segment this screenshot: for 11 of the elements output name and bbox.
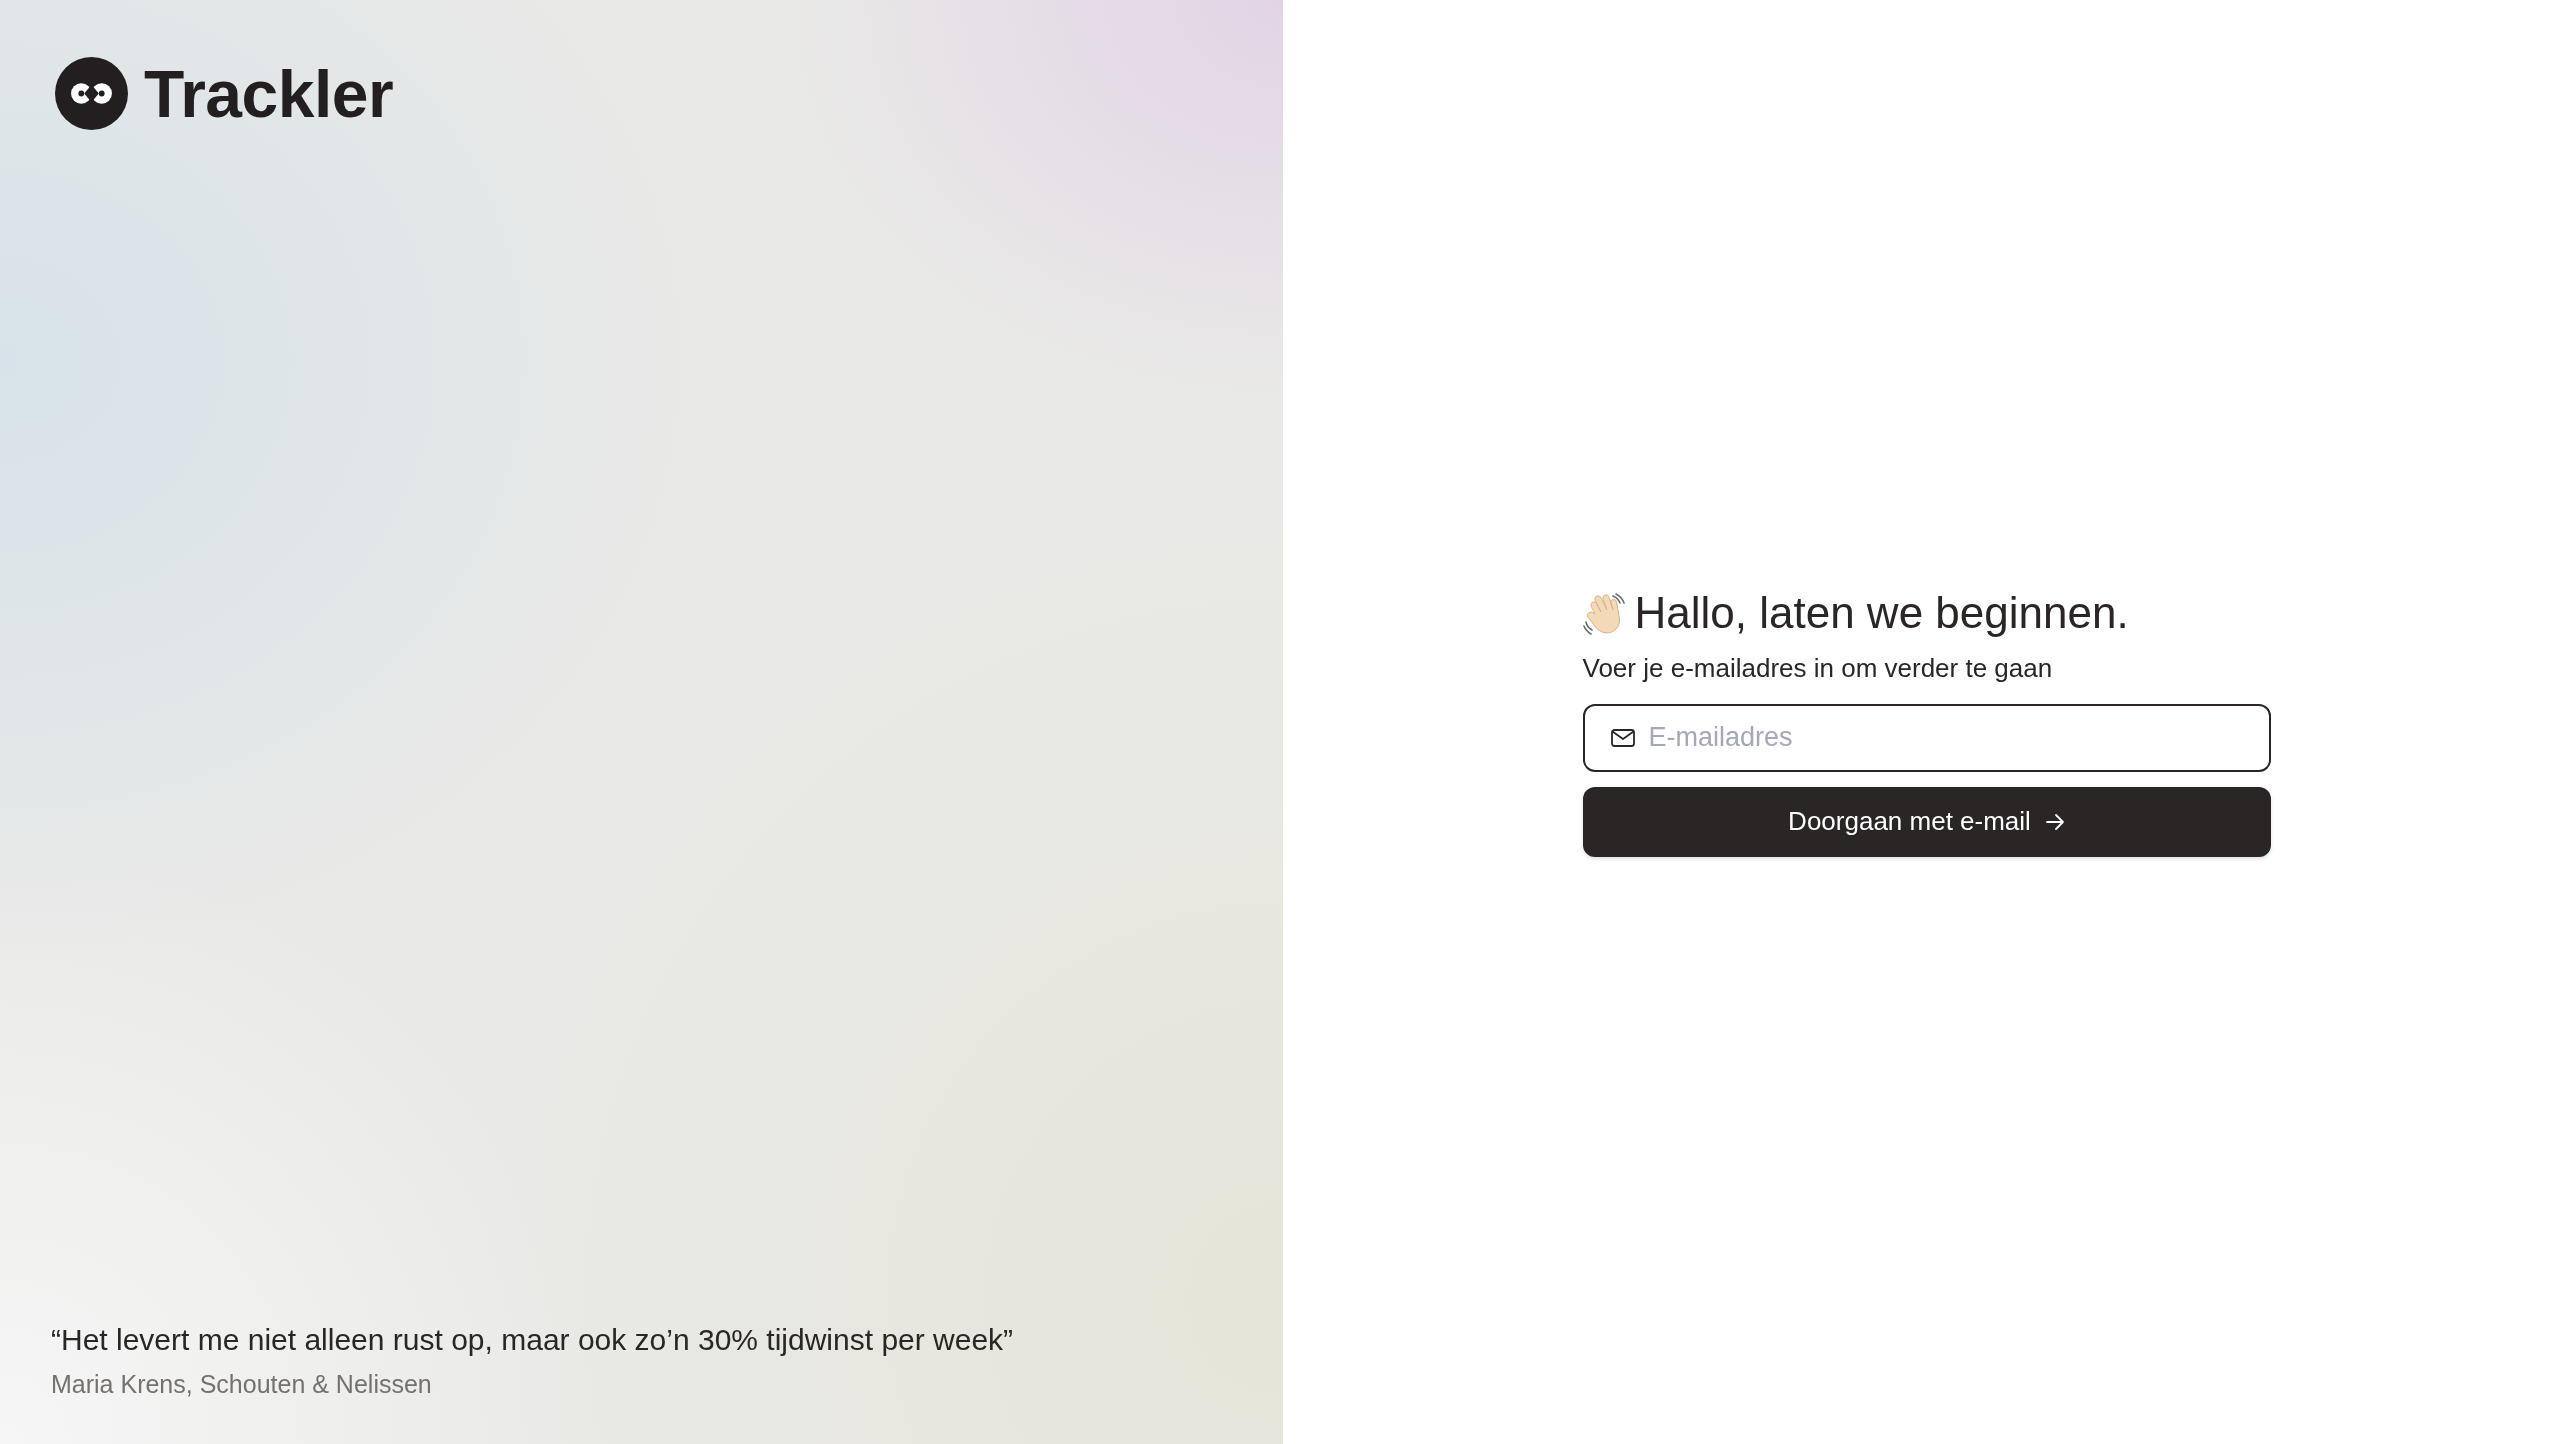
logo-icon [55, 57, 128, 130]
email-input-field[interactable]: E-mailadres [1582, 703, 2271, 772]
subtitle: Voer je e-mailadres in om verder te gaan [1582, 652, 2054, 685]
continue-button[interactable]: Doorgaan met e-mail [1582, 786, 2271, 857]
brand-name: Trackler [144, 60, 394, 127]
page-heading: Hallo, laten we beginnen. [1634, 587, 2129, 640]
testimonial-author: Maria Krens, Schouten & Nelissen [51, 1368, 433, 1400]
waving-hand-icon [1582, 591, 1627, 636]
arrow-right-icon [2044, 811, 2065, 832]
mail-icon [1610, 728, 1635, 747]
testimonial-quote: “Het levert me niet alleen rust op, maar ook zo’n 30% tijdwinst per week” [51, 1322, 1015, 1359]
